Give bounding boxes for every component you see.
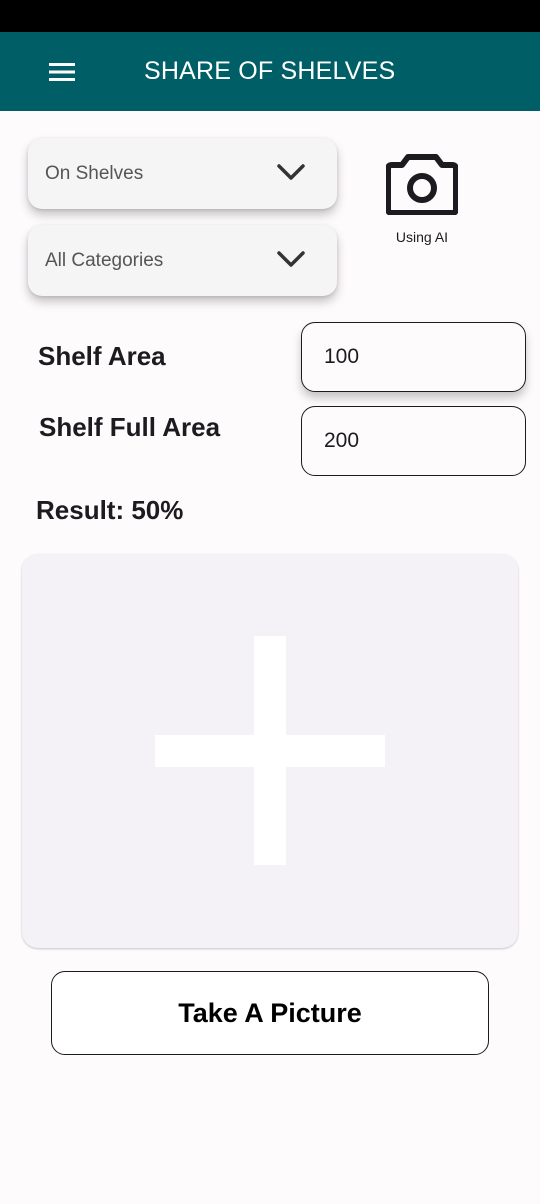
- shelf-full-area-label: Shelf Full Area: [39, 412, 221, 442]
- camera-caption: Using AI: [395, 229, 449, 245]
- shelf-type-selected: On Shelves: [45, 162, 144, 184]
- app-bar: SHARE OF SHELVES: [0, 32, 540, 111]
- chevron-down-icon: [277, 164, 305, 180]
- image-picker[interactable]: [22, 554, 518, 948]
- status-bar: [0, 0, 540, 32]
- chevron-down-icon: [277, 251, 305, 267]
- hamburger-menu-icon[interactable]: [40, 54, 84, 90]
- camera-icon[interactable]: [383, 148, 461, 218]
- category-dropdown[interactable]: All Categories: [28, 225, 337, 296]
- result-text: Result: 50%: [36, 495, 184, 525]
- category-selected: All Categories: [45, 249, 164, 271]
- take-picture-button[interactable]: Take A Picture: [51, 971, 489, 1055]
- shelf-type-dropdown[interactable]: On Shelves: [28, 138, 337, 209]
- shelf-area-input[interactable]: 100: [301, 322, 526, 392]
- shelf-full-area-input[interactable]: 200: [301, 406, 526, 476]
- shelf-area-label: Shelf Area: [38, 341, 166, 371]
- app-title: SHARE OF SHELVES: [144, 57, 396, 85]
